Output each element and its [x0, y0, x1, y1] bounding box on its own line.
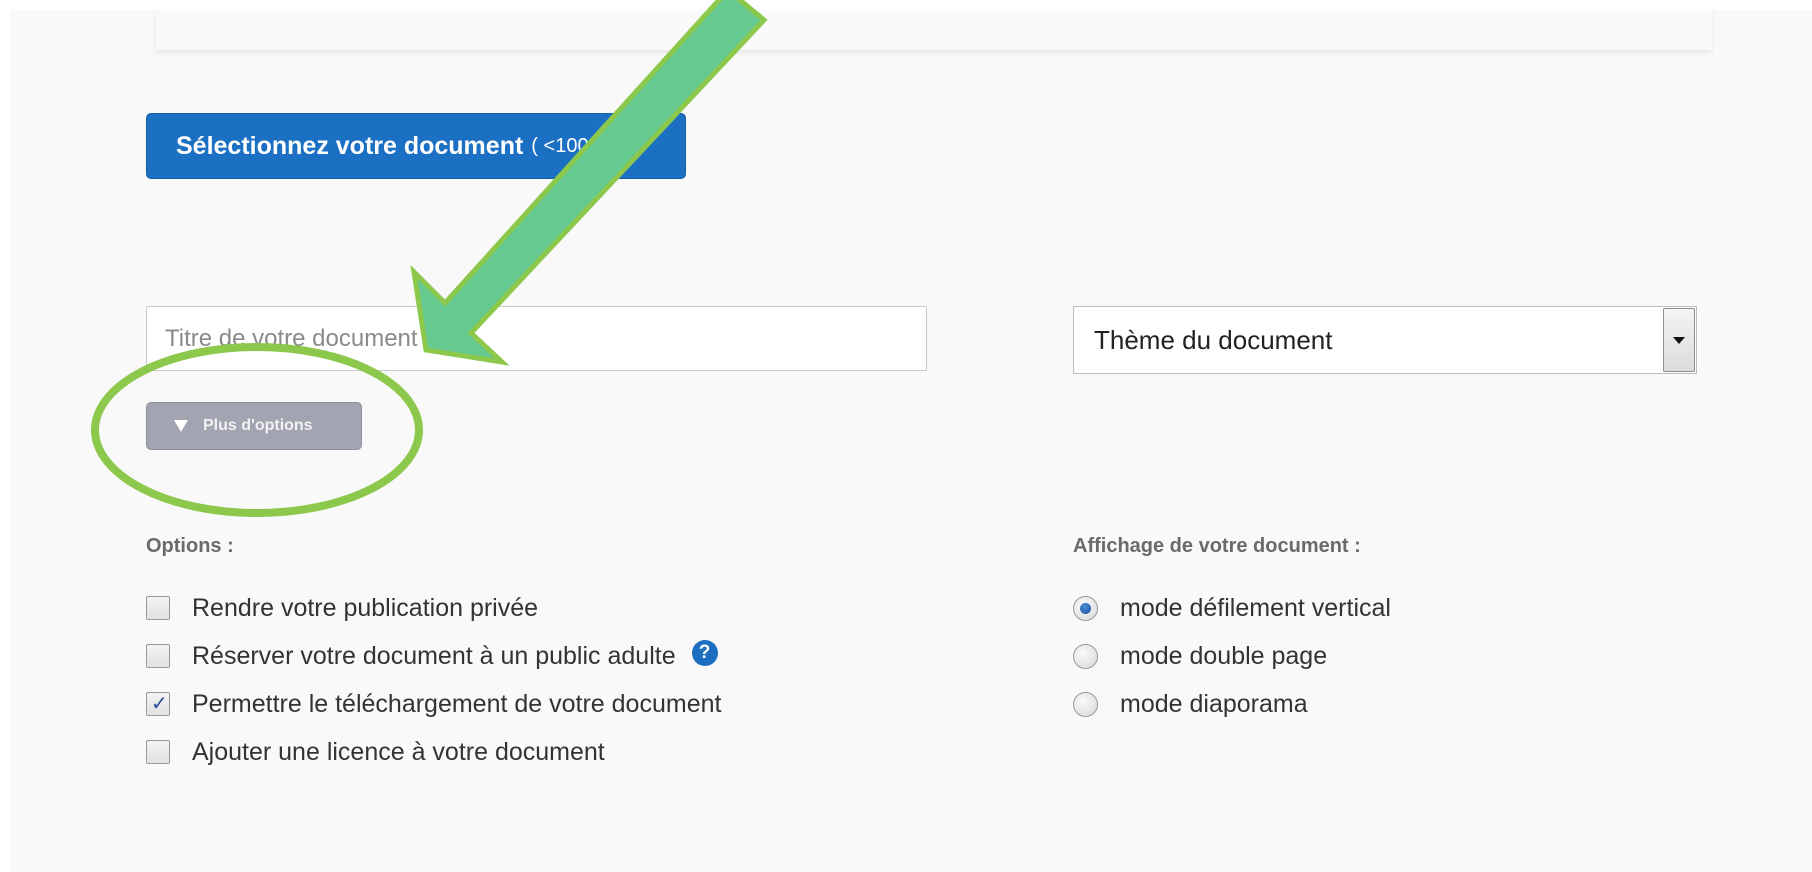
display-mode-label: mode défilement vertical: [1120, 593, 1391, 622]
more-options-label: Plus d'options: [203, 417, 313, 434]
question-circle-icon[interactable]: ?: [691, 640, 718, 666]
private-checkbox[interactable]: [146, 596, 170, 620]
option-label: Ajouter une licence à votre document: [192, 737, 605, 766]
option-private[interactable]: Rendre votre publication privée: [146, 584, 721, 632]
option-license[interactable]: Ajouter une licence à votre document: [146, 728, 721, 776]
slideshow-radio[interactable]: [1073, 691, 1098, 717]
option-download[interactable]: Permettre le téléchargement de votre doc…: [146, 680, 721, 728]
select-document-label: Sélectionnez votre document: [176, 131, 524, 160]
option-label: Réserver votre document à un public adul…: [192, 641, 676, 670]
document-theme-select[interactable]: Thème du document: [1073, 306, 1697, 374]
display-heading: Affichage de votre document :: [1073, 535, 1361, 557]
select-document-button[interactable]: Sélectionnez votre document ( <100Mo ): [146, 113, 686, 179]
document-title-input[interactable]: [146, 306, 927, 371]
size-hint: ( <100Mo ): [531, 134, 629, 157]
adult-checkbox[interactable]: [146, 644, 170, 668]
option-label: Permettre le téléchargement de votre doc…: [192, 689, 722, 718]
display-mode-label: mode double page: [1120, 641, 1328, 670]
more-options-button[interactable]: Plus d'options: [146, 402, 362, 450]
option-adult[interactable]: Réserver votre document à un public adul…: [146, 632, 721, 680]
chevron-down-icon: [1673, 336, 1685, 344]
option-label: Rendre votre publication privée: [192, 593, 539, 622]
download-checkbox[interactable]: [146, 691, 170, 716]
display-mode-double[interactable]: mode double page: [1073, 632, 1391, 680]
select-arrow-button[interactable]: [1663, 308, 1695, 372]
display-mode-list: mode défilement vertical mode double pag…: [1073, 584, 1391, 728]
display-mode-label: mode diaporama: [1120, 689, 1308, 718]
license-checkbox[interactable]: [146, 740, 170, 764]
triangle-down-icon: [174, 420, 188, 432]
top-card: [156, 10, 1712, 50]
vertical-scroll-radio[interactable]: [1073, 595, 1098, 621]
options-heading: Options :: [146, 535, 234, 557]
theme-select-value: Thème du document: [1094, 324, 1333, 355]
display-mode-slideshow[interactable]: mode diaporama: [1073, 680, 1391, 728]
options-list: Rendre votre publication privée Réserver…: [146, 584, 721, 776]
display-mode-vertical[interactable]: mode défilement vertical: [1073, 584, 1391, 632]
double-page-radio[interactable]: [1073, 643, 1098, 669]
